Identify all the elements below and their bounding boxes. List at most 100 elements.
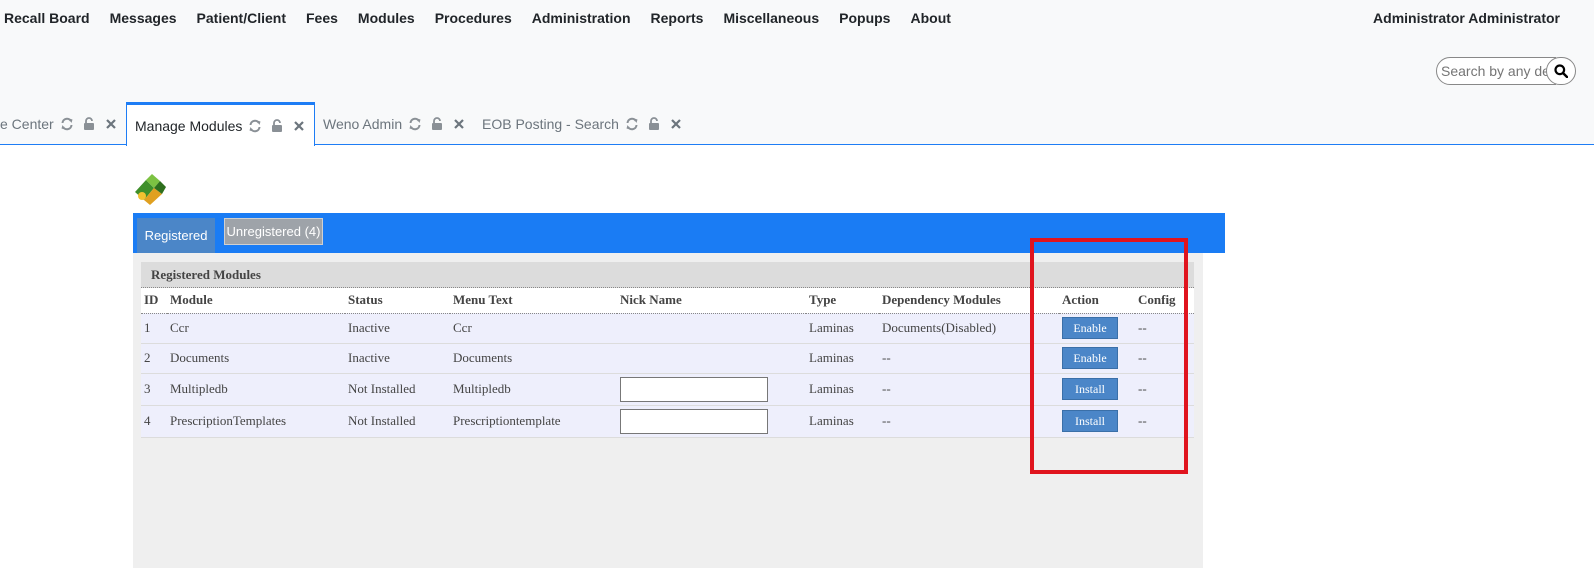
- registered-modules-panel: Registered Modules ID Module Status Menu…: [133, 253, 1203, 568]
- menu-administration[interactable]: Administration: [522, 10, 641, 26]
- cell-module: PrescriptionTemplates: [167, 405, 345, 438]
- cell-action: Install: [1059, 373, 1135, 406]
- tab-label: Weno Admin: [323, 115, 403, 132]
- table-header-row: ID Module Status Menu Text Nick Name Typ…: [141, 288, 1194, 314]
- cell-dependency: Documents(Disabled): [879, 313, 1059, 344]
- menu-modules[interactable]: Modules: [348, 10, 425, 26]
- tab-label: EOB Posting - Search: [482, 115, 619, 132]
- menu-patient-client[interactable]: Patient/Client: [187, 10, 296, 26]
- unlock-icon[interactable]: [80, 115, 98, 133]
- tab-bar: e Center Manage Modules Weno Admin EOB P…: [0, 102, 1594, 146]
- tab-unregistered[interactable]: Unregistered (4): [224, 218, 323, 245]
- table-row: 4 PrescriptionTemplates Not Installed Pr…: [141, 405, 1194, 438]
- module-tabs: Registered Unregistered (4): [133, 213, 1225, 253]
- menu-miscellaneous[interactable]: Miscellaneous: [713, 10, 829, 26]
- refresh-icon[interactable]: [58, 115, 76, 133]
- column-header-nick-name: Nick Name: [617, 288, 806, 314]
- column-header-id: ID: [141, 288, 167, 314]
- cell-nick-name: [617, 405, 806, 438]
- app-window: Recall Board Messages Patient/Client Fee…: [0, 0, 1594, 568]
- cell-menu-text: Multipledb: [450, 373, 617, 406]
- cell-dependency: --: [879, 343, 1059, 374]
- tab-label: e Center: [0, 115, 54, 132]
- cell-type: Laminas: [806, 373, 879, 406]
- cell-module: Ccr: [167, 313, 345, 344]
- close-icon[interactable]: [450, 115, 468, 133]
- cell-status: Not Installed: [345, 405, 450, 438]
- cell-nick-name: [617, 313, 806, 344]
- menu-procedures[interactable]: Procedures: [425, 10, 522, 26]
- column-header-module: Module: [167, 288, 345, 314]
- search-input[interactable]: [1436, 57, 1556, 85]
- menu-fees[interactable]: Fees: [296, 10, 348, 26]
- main-menu: Recall Board Messages Patient/Client Fee…: [4, 10, 961, 26]
- cell-config: --: [1135, 373, 1194, 406]
- cell-action: Enable: [1059, 313, 1135, 344]
- section-title: Registered Modules: [141, 262, 1194, 288]
- column-header-menu-text: Menu Text: [450, 288, 617, 314]
- install-button[interactable]: Install: [1062, 410, 1118, 432]
- tab-registered[interactable]: Registered: [137, 218, 215, 253]
- tab-manage-modules[interactable]: Manage Modules: [126, 102, 315, 146]
- cell-config: --: [1135, 405, 1194, 438]
- column-header-config: Config: [1135, 288, 1194, 314]
- cell-menu-text: Ccr: [450, 313, 617, 344]
- column-header-action: Action: [1059, 288, 1135, 314]
- menu-about[interactable]: About: [900, 10, 960, 26]
- menu-messages[interactable]: Messages: [100, 10, 187, 26]
- menu-recall-board[interactable]: Recall Board: [4, 10, 100, 26]
- unlock-icon[interactable]: [645, 115, 663, 133]
- nick-name-input[interactable]: [620, 408, 768, 434]
- cell-nick-name: [617, 373, 806, 406]
- cell-id: 4: [141, 405, 167, 438]
- cell-status: Inactive: [345, 343, 450, 374]
- user-menu[interactable]: Administrator Administrator: [1373, 10, 1560, 26]
- cell-dependency: --: [879, 405, 1059, 438]
- menu-reports[interactable]: Reports: [641, 10, 714, 26]
- tab-e-center[interactable]: e Center: [0, 102, 120, 145]
- cell-module: Multipledb: [167, 373, 345, 406]
- cell-id: 2: [141, 343, 167, 374]
- patient-search: [1436, 57, 1594, 85]
- menu-popups[interactable]: Popups: [829, 10, 900, 26]
- column-header-dependency-modules: Dependency Modules: [879, 288, 1059, 314]
- cell-menu-text: Prescriptiontemplate: [450, 405, 617, 438]
- cell-dependency: --: [879, 373, 1059, 406]
- cell-type: Laminas: [806, 405, 879, 438]
- tab-eob-posting-search[interactable]: EOB Posting - Search: [482, 102, 685, 145]
- tab-label: Manage Modules: [135, 117, 243, 134]
- modules-logo-icon: [135, 174, 166, 205]
- cell-type: Laminas: [806, 313, 879, 344]
- refresh-icon[interactable]: [406, 115, 424, 133]
- column-header-type: Type: [806, 288, 879, 314]
- cell-status: Inactive: [345, 313, 450, 344]
- cell-action: Enable: [1059, 343, 1135, 374]
- search-button[interactable]: [1546, 57, 1576, 85]
- cell-id: 3: [141, 373, 167, 406]
- install-button[interactable]: Install: [1062, 378, 1118, 400]
- table-row: 3 Multipledb Not Installed Multipledb La…: [141, 373, 1194, 406]
- enable-button[interactable]: Enable: [1062, 317, 1118, 339]
- refresh-icon[interactable]: [623, 115, 641, 133]
- cell-config: --: [1135, 313, 1194, 344]
- tab-weno-admin[interactable]: Weno Admin: [323, 102, 468, 145]
- refresh-icon[interactable]: [246, 117, 264, 135]
- unlock-icon[interactable]: [268, 117, 286, 135]
- table-row: 2 Documents Inactive Documents Laminas -…: [141, 343, 1194, 374]
- column-header-status: Status: [345, 288, 450, 314]
- unlock-icon[interactable]: [428, 115, 446, 133]
- cell-nick-name: [617, 343, 806, 374]
- cell-menu-text: Documents: [450, 343, 617, 374]
- search-icon: [1554, 64, 1568, 78]
- table-row: 1 Ccr Inactive Ccr Laminas Documents(Dis…: [141, 313, 1194, 344]
- close-icon[interactable]: [667, 115, 685, 133]
- modules-table: ID Module Status Menu Text Nick Name Typ…: [141, 288, 1194, 438]
- cell-status: Not Installed: [345, 373, 450, 406]
- cell-config: --: [1135, 343, 1194, 374]
- enable-button[interactable]: Enable: [1062, 347, 1118, 369]
- cell-id: 1: [141, 313, 167, 344]
- nick-name-input[interactable]: [620, 376, 768, 402]
- close-icon[interactable]: [290, 117, 308, 135]
- cell-module: Documents: [167, 343, 345, 374]
- close-icon[interactable]: [102, 115, 120, 133]
